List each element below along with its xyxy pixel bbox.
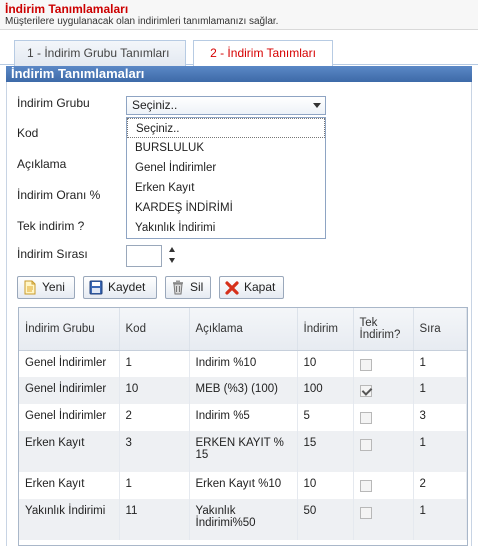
delete-button[interactable]: Sil [165,276,211,299]
cell-discount: 50 [297,499,354,540]
cell-code: 1 [119,350,190,377]
cell-code: 1 [119,472,190,499]
discount-table: İndirim Grubu Kod Açıklama İndirim Tek İ… [18,307,468,546]
cell-description: MEB (%3) (100) [189,377,298,404]
discount-group-dropdown: Seçiniz.. BURSLULUK Genel İndirimler Erk… [126,117,326,239]
cell-discount: 5 [297,404,354,431]
single-discount-checkbox[interactable] [359,385,372,397]
floppy-disk-icon [89,280,103,295]
cell-discount: 10 [297,472,354,499]
table-row[interactable]: Genel İndirimler 1 Indirim %10 10 1 [19,350,467,377]
column-header[interactable]: Tek İndirim? [353,308,414,351]
save-button-label: Kaydet [108,280,146,294]
dropdown-option[interactable]: Yakınlık İndirimi [127,218,325,238]
single-discount-checkbox[interactable] [359,507,372,519]
table-row[interactable]: Genel İndirimler 10 MEB (%3) (100) 100 1 [19,377,467,404]
table-row[interactable]: Erken Kayıt 3 ERKEN KAYIT % 15 15 1 [19,431,467,472]
tab-discount-groups[interactable]: 1 - İndirim Grubu Tanımları [14,40,186,66]
table-row[interactable]: Genel İndirimler 2 Indirim %5 5 3 [19,404,467,431]
cell-description: ERKEN KAYIT % 15 [189,431,298,472]
dropdown-option[interactable]: Seçiniz.. [127,118,325,138]
chevron-down-icon[interactable] [313,103,321,108]
trash-can-icon [173,280,183,295]
column-header[interactable]: İndirim Grubu [19,308,120,351]
column-header[interactable]: İndirim [297,308,354,351]
single-discount-checkbox[interactable] [359,358,372,371]
cell-discount: 15 [297,431,354,472]
cell-single [353,472,414,499]
column-header[interactable]: Açıklama [189,308,298,351]
single-discount-checkbox[interactable] [359,439,372,451]
page-title: İndirim Tanımlamaları [5,2,129,16]
cell-single [353,350,414,377]
column-header[interactable]: Sıra [413,308,467,351]
cell-group: Yakınlık İndirimi [19,499,120,540]
page-header: İndirim Tanımlamaları Müşterilere uygula… [0,0,478,30]
code-label: Kod [17,126,39,140]
new-button[interactable]: Yeni [17,276,75,299]
order-label: İndirim Sırası [17,247,88,261]
table-header-row: İndirim Grubu Kod Açıklama İndirim Tek İ… [19,308,467,351]
dropdown-option[interactable]: Erken Kayıt [127,178,325,198]
table-row[interactable]: Yakınlık İndirimi 11 Yakınlık İndirimi%5… [19,499,467,540]
cell-description: Indirim %5 [189,404,298,431]
cell-description: Yakınlık İndirimi%50 [189,499,298,540]
stepper-up-icon[interactable] [169,247,175,252]
cell-order: 3 [413,404,467,431]
cell-description: Indirim %10 [189,350,298,377]
cell-description: Erken Kayıt %10 [189,472,298,499]
cell-group: Genel İndirimler [19,404,120,431]
cell-order: 2 [413,472,467,499]
cell-order: 1 [413,377,467,404]
order-stepper-input[interactable] [126,245,162,267]
single-discount-checkbox[interactable] [359,480,372,492]
cell-order: 1 [413,350,467,377]
tab-discount-definitions[interactable]: 2 - İndirim Tanımları [193,40,333,67]
cell-group: Genel İndirimler [19,350,120,377]
cell-group: Erken Kayıt [19,431,120,472]
cell-group: Genel İndirimler [19,377,120,404]
page-subtitle: Müşterilere uygulanacak olan indirimleri… [5,16,279,27]
dropdown-option[interactable]: KARDEŞ İNDİRİMİ [127,198,325,218]
group-label: İndirim Grubu [17,96,90,110]
cell-group: Erken Kayıt [19,472,120,499]
stepper-down-icon[interactable] [169,258,175,263]
tab-bar: 1 - İndirim Grubu Tanımları 2 - İndirim … [0,40,478,67]
delete-button-label: Sil [190,280,204,294]
save-button[interactable]: Kaydet [83,276,157,299]
cell-code: 2 [119,404,190,431]
cell-single [353,499,414,540]
discount-group-select-value: Seçiniz.. [132,98,178,112]
cell-order: 1 [413,499,467,540]
single-discount-label: Tek indirim ? [17,219,85,233]
cell-discount: 100 [297,377,354,404]
description-label: Açıklama [17,157,67,171]
cell-order: 1 [413,431,467,472]
cell-discount: 10 [297,350,354,377]
close-button-label: Kapat [244,280,276,294]
cell-single [353,431,414,472]
new-button-label: Yeni [42,280,65,294]
discount-group-select[interactable]: Seçiniz.. [126,96,326,115]
close-icon [225,281,239,295]
cell-single [353,404,414,431]
cell-code: 10 [119,377,190,404]
cell-code: 3 [119,431,190,472]
close-button[interactable]: Kapat [219,276,284,299]
table-row[interactable]: Erken Kayıt 1 Erken Kayıt %10 10 2 [19,472,467,499]
column-header[interactable]: Kod [119,308,190,351]
rate-label: İndirim Oranı % [17,188,101,202]
dropdown-option[interactable]: Genel İndirimler [127,158,325,178]
new-document-icon [24,280,36,295]
dropdown-option[interactable]: BURSLULUK [127,138,325,158]
single-discount-checkbox[interactable] [359,412,372,424]
panel-title: İndirim Tanımlamaları [6,66,472,82]
cell-single [353,377,414,404]
cell-code: 11 [119,499,190,540]
